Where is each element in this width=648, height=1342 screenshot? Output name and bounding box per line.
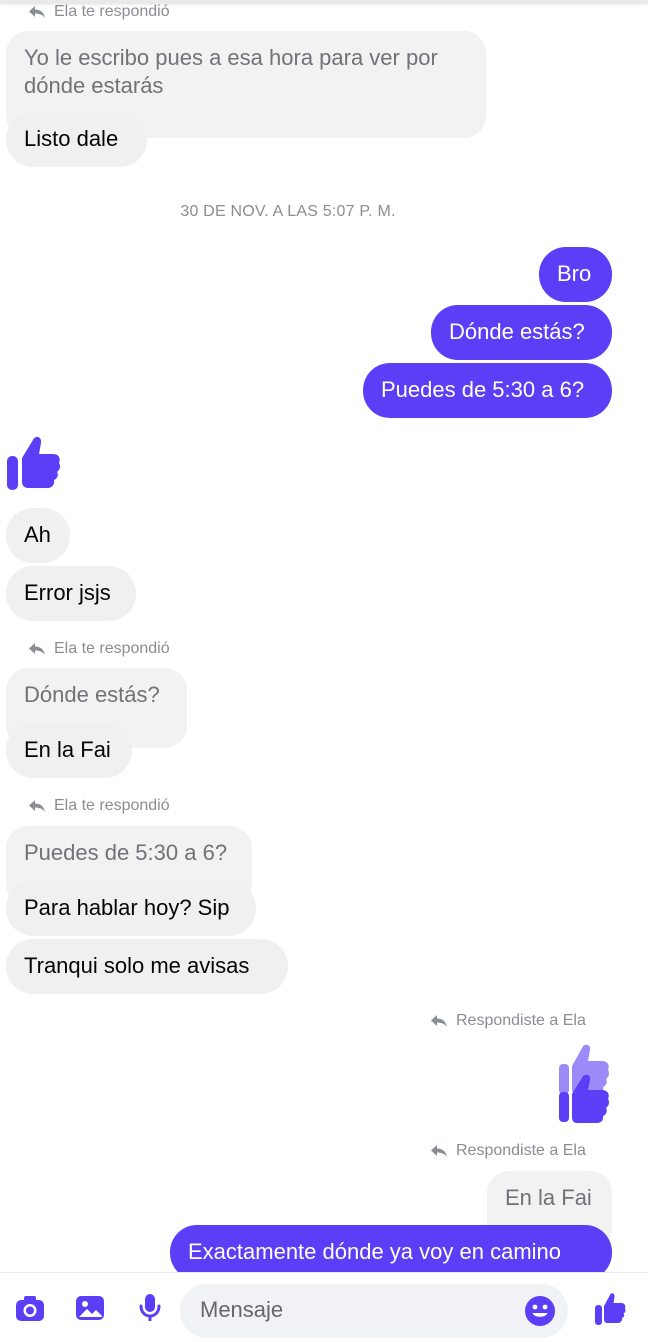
incoming-message[interactable]: Para hablar hoy? Sip <box>6 881 256 936</box>
incoming-message[interactable]: En la Fai <box>6 723 132 778</box>
incoming-message[interactable]: Error jsjs <box>6 566 136 621</box>
reply-header-text: Ela te respondió <box>54 640 170 657</box>
timestamp: 30 DE NOV. A LAS 5:07 P. M. <box>180 203 396 220</box>
incoming-message[interactable]: Tranqui solo me avisas <box>6 939 288 994</box>
quoted-text-line2: dónde estarás <box>24 73 164 98</box>
reply-header-text: Respondiste a Ela <box>456 1012 586 1029</box>
reply-header: Respondiste a Ela <box>430 1142 586 1160</box>
quoted-thumbs-up-icon[interactable] <box>556 1040 614 1124</box>
reply-arrow-icon <box>431 1145 447 1157</box>
message-input-placeholder: Mensaje <box>200 1297 284 1322</box>
outgoing-message[interactable]: Puedes de 5:30 a 6? <box>363 363 612 418</box>
reply-arrow-icon <box>29 800 45 812</box>
incoming-message[interactable]: Ah <box>6 508 70 563</box>
reply-header: Ela te respondió <box>28 640 170 658</box>
reply-header-text: Ela te respondió <box>54 797 170 814</box>
image-icon[interactable] <box>75 1293 105 1323</box>
quoted-text-line1: Yo le escribo pues a esa hora para ver p… <box>24 45 438 70</box>
camera-icon[interactable] <box>15 1293 45 1323</box>
reply-header-text: Respondiste a Ela <box>456 1142 586 1159</box>
reply-header: Ela te respondió <box>28 797 170 815</box>
incoming-message[interactable]: Listo dale <box>6 112 147 167</box>
outgoing-message[interactable]: Dónde estás? <box>431 305 612 360</box>
reply-header-text: Ela te respondió <box>54 3 170 20</box>
reply-header: Respondiste a Ela <box>430 1012 586 1030</box>
reply-arrow-icon <box>431 1015 447 1027</box>
microphone-icon[interactable] <box>135 1293 165 1323</box>
outgoing-message[interactable]: Bro <box>539 247 612 302</box>
thumbs-up-icon[interactable] <box>6 434 60 492</box>
reply-arrow-icon <box>29 643 45 655</box>
thumbs-up-icon[interactable] <box>594 1292 626 1326</box>
emoji-icon[interactable] <box>524 1295 556 1327</box>
reply-header: Ela te respondió <box>28 3 170 21</box>
message-input[interactable]: Mensaje <box>180 1284 568 1338</box>
message-composer: Mensaje <box>0 1272 648 1342</box>
reply-arrow-icon <box>29 6 45 18</box>
